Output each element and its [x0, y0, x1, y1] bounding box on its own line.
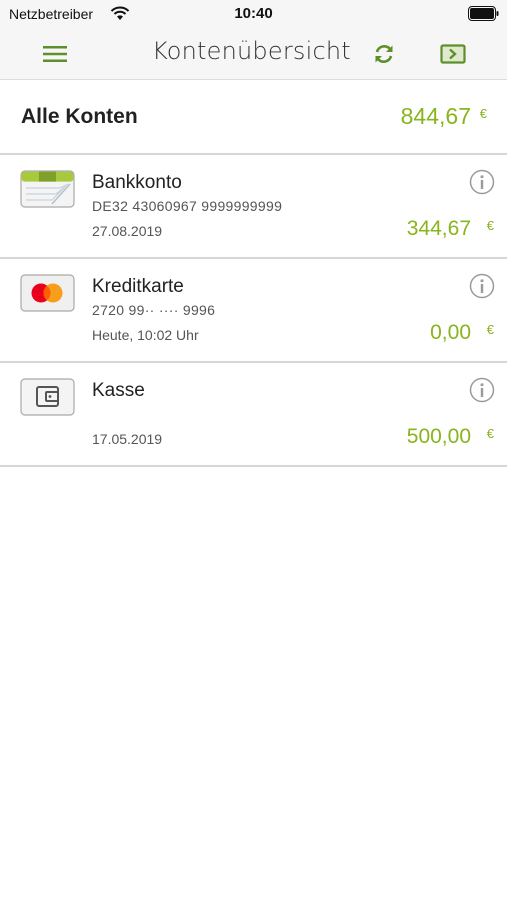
- total-balance: 844,67: [400, 103, 471, 129]
- account-balance: 0,00: [430, 321, 471, 344]
- account-date: 27.08.2019: [92, 223, 163, 239]
- clock: 10:40: [234, 5, 273, 22]
- logout-icon: [440, 44, 466, 64]
- account-row-kasse[interactable]: Kasse 17.05.2019 500,00 €: [0, 363, 507, 467]
- account-currency: €: [486, 322, 494, 337]
- account-currency: €: [486, 426, 494, 441]
- credit-card-icon: [20, 274, 75, 312]
- account-name: Bankkonto: [92, 172, 182, 193]
- wallet-icon: [20, 378, 75, 416]
- battery-icon: [468, 6, 499, 21]
- total-currency: €: [479, 106, 487, 121]
- info-icon[interactable]: [469, 377, 495, 403]
- account-date: Heute, 10:02 Uhr: [92, 327, 199, 343]
- all-accounts-summary[interactable]: Alle Konten 844,67 €: [0, 80, 507, 155]
- page-title: Kontenübersicht: [152, 37, 351, 65]
- refresh-icon: [375, 45, 393, 63]
- account-date: 17.05.2019: [92, 431, 163, 447]
- bank-account-icon: [20, 170, 75, 208]
- refresh-button[interactable]: [366, 36, 402, 72]
- account-balance: 344,67: [406, 217, 471, 240]
- account-iban: DE32 43060967 9999999999: [92, 198, 283, 214]
- account-name: Kreditkarte: [92, 276, 184, 297]
- all-accounts-label: Alle Konten: [21, 105, 138, 128]
- menu-button[interactable]: [37, 36, 73, 72]
- account-row-bankkonto[interactable]: Bankkonto DE32 43060967 9999999999 27.08…: [0, 155, 507, 259]
- info-icon[interactable]: [469, 169, 495, 195]
- navigation-bar: Kontenübersicht: [0, 28, 507, 80]
- logout-button[interactable]: [435, 36, 471, 72]
- status-bar: Netzbetreiber 10:40: [0, 0, 507, 28]
- account-row-kreditkarte[interactable]: Kreditkarte 2720 99·· ···· 9996 Heute, 1…: [0, 259, 507, 363]
- account-name: Kasse: [92, 380, 145, 401]
- card-number: 2720 99·· ···· 9996: [92, 302, 216, 318]
- account-balance: 500,00: [406, 425, 471, 448]
- info-icon[interactable]: [469, 273, 495, 299]
- account-currency: €: [486, 218, 494, 233]
- hamburger-menu-icon: [43, 46, 67, 62]
